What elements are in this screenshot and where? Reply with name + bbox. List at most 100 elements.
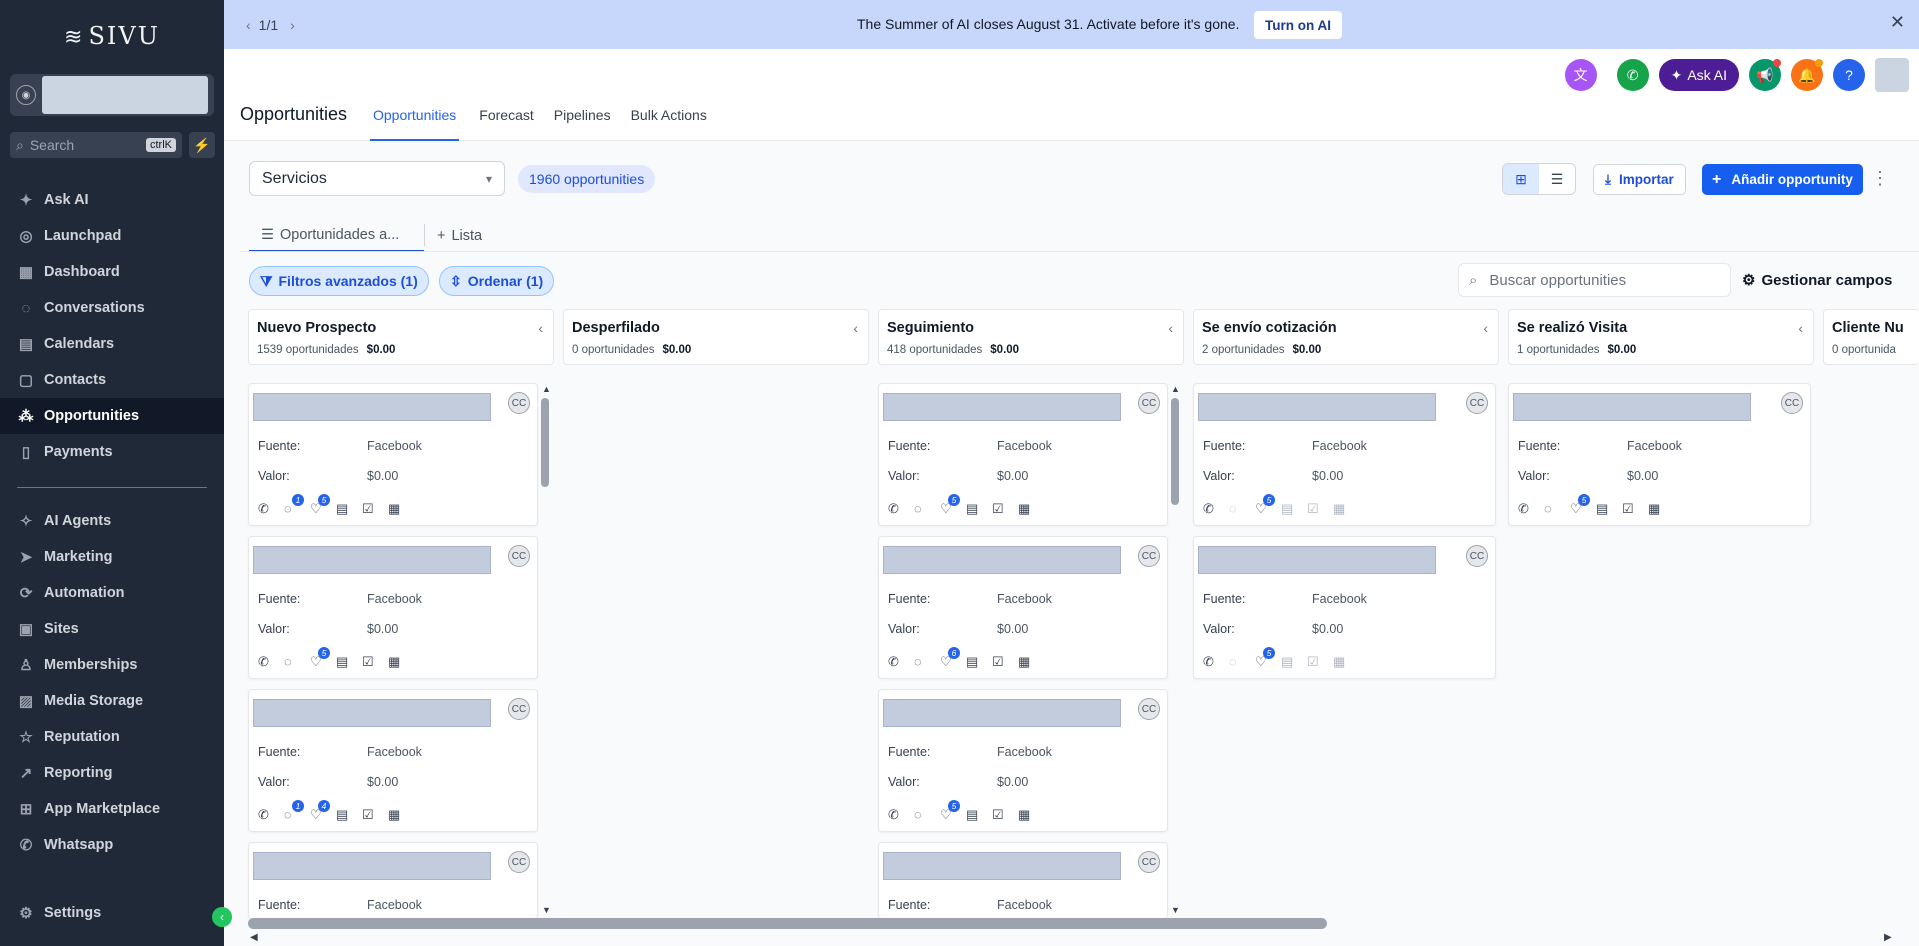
chat-icon[interactable]: ◌ 1 [284, 800, 310, 823]
opportunity-card[interactable]: CC Fuente: Facebook Valor: $0.00 ✆ ◌ 1 ♡ 5 ▤… [248, 383, 538, 526]
phone-icon[interactable]: ✆ [258, 807, 284, 823]
import-button[interactable]: ⤓ Importar [1593, 164, 1686, 195]
list-view-icon[interactable]: ☰ [1539, 164, 1575, 194]
scroll-down-arrow-icon[interactable]: ▼ [1171, 905, 1180, 915]
note-icon[interactable]: ▤ [336, 654, 362, 670]
avatar[interactable] [1875, 58, 1909, 92]
task-icon[interactable]: ☑ [362, 654, 388, 670]
add-list-tab[interactable]: + Lista [425, 219, 494, 252]
sidebar-item-payments[interactable]: ▯ Payments [0, 434, 224, 470]
close-icon[interactable]: ✕ [1890, 12, 1905, 33]
collapse-column-icon[interactable]: ‹ [1483, 320, 1488, 336]
tag-icon[interactable]: ♡ 5 [310, 647, 336, 670]
banner-pager[interactable]: ‹ 1/1 › [246, 17, 295, 33]
chat-icon[interactable]: ◌ [914, 501, 940, 517]
task-icon[interactable]: ☑ [362, 501, 388, 517]
manage-fields-button[interactable]: ⚙ Gestionar campos [1742, 271, 1892, 289]
sidebar-collapse-button[interactable]: ‹ [212, 907, 232, 927]
tag-icon[interactable]: ♡ 6 [940, 647, 966, 670]
task-icon[interactable]: ☑ [1622, 501, 1648, 517]
phone-icon[interactable]: ✆ [888, 501, 914, 517]
chat-icon[interactable]: ◌ [1544, 501, 1570, 517]
opportunity-card[interactable]: CC Fuente: Facebook Valor: $0.00 ✆ ◌ 1 ♡ 4 ▤… [248, 689, 538, 832]
phone-icon[interactable]: ✆ [258, 501, 284, 517]
note-icon[interactable]: ▤ [1281, 501, 1307, 517]
chat-icon[interactable]: ◌ [1229, 501, 1255, 517]
tag-icon[interactable]: ♡ 5 [1255, 647, 1281, 670]
note-icon[interactable]: ▤ [966, 654, 992, 670]
collapse-column-icon[interactable]: ‹ [1798, 320, 1803, 336]
opportunity-card[interactable]: CC Fuente: Facebook Valor: $0.00 ✆ ◌ ♡ 5 ▤ … [1508, 383, 1811, 526]
note-icon[interactable]: ▤ [1281, 654, 1307, 670]
tab-opportunities[interactable]: Opportunities [370, 104, 460, 141]
sidebar-item-calendars[interactable]: ▤ Calendars [0, 326, 224, 362]
calendar-icon[interactable]: ▦ [1333, 501, 1359, 517]
sidebar-item-reputation[interactable]: ☆ Reputation [0, 719, 224, 755]
note-icon[interactable]: ▤ [1596, 501, 1622, 517]
sidebar-item-sites[interactable]: ▣ Sites [0, 611, 224, 647]
chat-icon[interactable]: ◌ [1229, 654, 1255, 670]
opportunity-card[interactable]: CC Fuente: Facebook Valor: $0.00 ✆ ◌ ♡ 5 ▤ … [878, 689, 1168, 832]
board-view-icon[interactable]: ⊞ [1503, 164, 1539, 194]
collapse-column-icon[interactable]: ‹ [1168, 320, 1173, 336]
sidebar-item-opportunities[interactable]: ⁂ Opportunities [0, 398, 224, 434]
tab-pipelines[interactable]: Pipelines [554, 104, 611, 141]
advanced-filters-button[interactable]: ⧩ Filtros avanzados (1) [249, 266, 429, 296]
phone-icon[interactable]: ✆ [1203, 654, 1229, 670]
help-icon[interactable]: ? [1833, 59, 1865, 91]
sidebar-item-whatsapp[interactable]: ✆ Whatsapp [0, 827, 224, 863]
phone-icon[interactable]: ✆ [258, 654, 284, 670]
column-scrollbar[interactable] [1171, 398, 1179, 505]
task-icon[interactable]: ☑ [992, 501, 1018, 517]
opportunity-card[interactable]: CC Fuente: Facebook [248, 842, 538, 918]
sidebar-item-reporting[interactable]: ↗ Reporting [0, 755, 224, 791]
chevron-right-icon[interactable]: › [290, 17, 295, 33]
task-icon[interactable]: ☑ [1307, 654, 1333, 670]
note-icon[interactable]: ▤ [966, 501, 992, 517]
scroll-down-arrow-icon[interactable]: ▼ [542, 905, 551, 915]
collapse-column-icon[interactable]: ‹ [853, 320, 858, 336]
calendar-icon[interactable]: ▦ [1648, 501, 1674, 517]
chat-icon[interactable]: ◌ 1 [284, 494, 310, 517]
translate-icon[interactable]: 文 [1564, 59, 1597, 91]
tag-icon[interactable]: ♡ 5 [940, 800, 966, 823]
calendar-icon[interactable]: ▦ [1018, 501, 1044, 517]
sidebar-item-memberships[interactable]: ♙ Memberships [0, 647, 224, 683]
megaphone-icon[interactable]: 📢 [1749, 59, 1781, 91]
phone-icon[interactable]: ✆ [1518, 501, 1544, 517]
tag-icon[interactable]: ♡ 4 [310, 800, 336, 823]
account-switcher[interactable]: ◉ [10, 74, 214, 116]
opportunity-card[interactable]: CC Fuente: Facebook Valor: $0.00 ✆ ◌ ♡ 5 ▤ … [878, 383, 1168, 526]
scroll-right-arrow-icon[interactable]: ▶ [1884, 932, 1892, 943]
phone-icon[interactable]: ✆ [888, 807, 914, 823]
calendar-icon[interactable]: ▦ [388, 807, 414, 823]
add-opportunity-button[interactable]: + Añadir opportunity [1702, 164, 1863, 195]
note-icon[interactable]: ▤ [966, 807, 992, 823]
tab-forecast[interactable]: Forecast [479, 104, 533, 141]
sidebar-item-launchpad[interactable]: ◎ Launchpad [0, 218, 224, 254]
column-scrollbar[interactable] [541, 398, 549, 487]
calendar-icon[interactable]: ▦ [1018, 654, 1044, 670]
calendar-icon[interactable]: ▦ [388, 654, 414, 670]
note-icon[interactable]: ▤ [336, 807, 362, 823]
task-icon[interactable]: ☑ [1307, 501, 1333, 517]
opportunity-card[interactable]: CC Fuente: Facebook Valor: $0.00 ✆ ◌ ♡ 6 ▤ … [878, 536, 1168, 679]
sidebar-item-conversations[interactable]: ◌ Conversations [0, 290, 224, 326]
chat-icon[interactable]: ◌ [914, 654, 940, 670]
turn-on-ai-button[interactable]: Turn on AI [1254, 11, 1342, 39]
sidebar-item-app-marketplace[interactable]: ⊞ App Marketplace [0, 791, 224, 827]
tag-icon[interactable]: ♡ 5 [1255, 494, 1281, 517]
search-opportunities-input[interactable]: ⌕ Buscar opportunities [1458, 263, 1731, 297]
opportunity-card[interactable]: CC Fuente: Facebook Valor: $0.00 ✆ ◌ ♡ 5 ▤ … [1193, 536, 1496, 679]
subtab-oportunidades[interactable]: ☰ Oportunidades a... [249, 219, 424, 252]
bell-icon[interactable]: 🔔 [1791, 59, 1823, 91]
board-horizontal-scrollbar[interactable] [248, 918, 1327, 929]
sidebar-item-marketing[interactable]: ➤ Marketing [0, 539, 224, 575]
scroll-left-arrow-icon[interactable]: ◀ [250, 932, 258, 943]
opportunity-card[interactable]: CC Fuente: Facebook [878, 842, 1168, 918]
calendar-icon[interactable]: ▦ [1333, 654, 1359, 670]
sidebar-item-settings[interactable]: ⚙ Settings [0, 895, 224, 931]
calendar-icon[interactable]: ▦ [388, 501, 414, 517]
sort-button[interactable]: ⇳ Ordenar (1) [439, 266, 555, 296]
sidebar-search[interactable]: ⌕ Search ctrlK [10, 132, 182, 158]
